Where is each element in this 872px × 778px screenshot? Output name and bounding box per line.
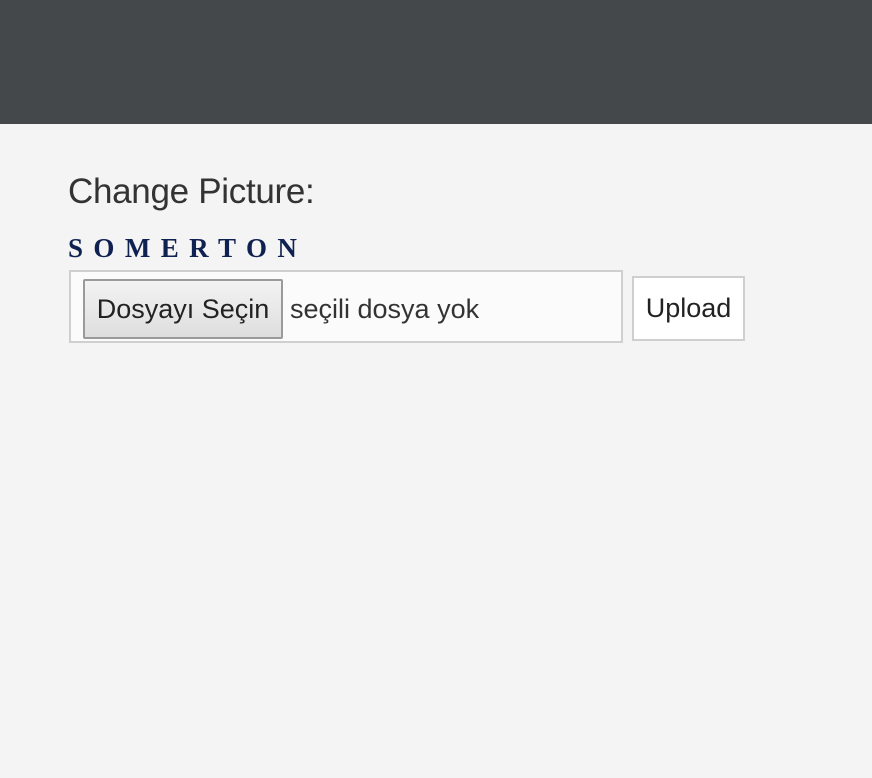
- upload-button[interactable]: Upload: [632, 276, 745, 341]
- file-status-text: seçili dosya yok: [290, 294, 480, 324]
- file-input[interactable]: Dosyayı Seçin seçili dosya yok: [69, 270, 623, 343]
- change-picture-heading: Change Picture:: [68, 172, 315, 211]
- top-header-bar: [0, 0, 872, 124]
- somerton-logo: SOMERTON: [68, 233, 308, 263]
- choose-file-button[interactable]: Dosyayı Seçin: [83, 279, 283, 339]
